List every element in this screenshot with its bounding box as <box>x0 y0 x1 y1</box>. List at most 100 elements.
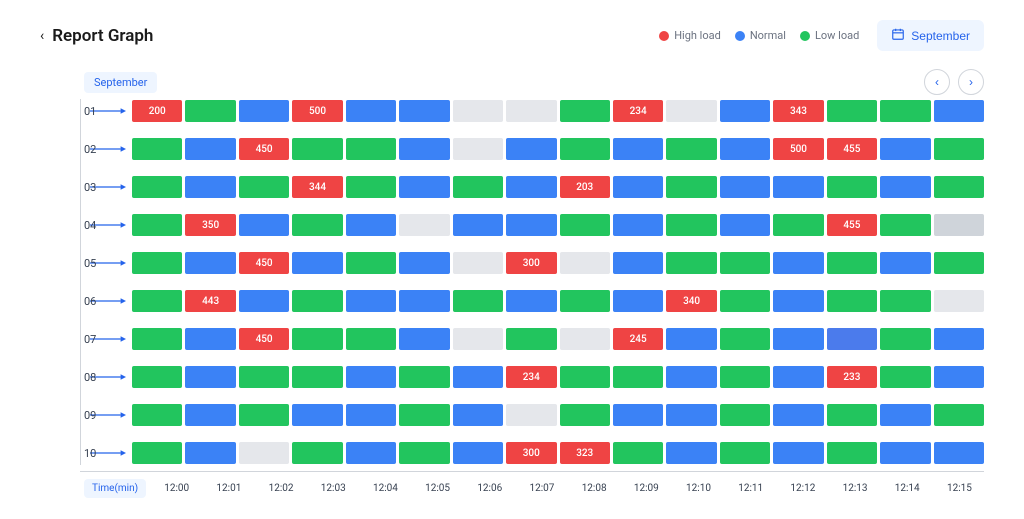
cell[interactable] <box>666 442 716 464</box>
cell[interactable] <box>560 252 610 274</box>
cell[interactable] <box>560 404 610 426</box>
cell[interactable] <box>720 328 770 350</box>
cell[interactable] <box>666 404 716 426</box>
cell[interactable] <box>720 100 770 122</box>
cell[interactable]: 455 <box>827 214 877 236</box>
cell[interactable] <box>613 252 663 274</box>
cell[interactable] <box>346 404 396 426</box>
cell[interactable]: 450 <box>239 252 289 274</box>
cell[interactable] <box>185 442 235 464</box>
cell[interactable] <box>934 404 984 426</box>
cell[interactable] <box>880 328 930 350</box>
cell[interactable] <box>292 366 342 388</box>
cell[interactable] <box>880 404 930 426</box>
cell[interactable] <box>773 442 823 464</box>
cell[interactable] <box>239 100 289 122</box>
cell[interactable] <box>453 328 503 350</box>
cell[interactable] <box>506 138 556 160</box>
cell[interactable] <box>132 328 182 350</box>
cell[interactable]: 450 <box>239 328 289 350</box>
cell[interactable] <box>506 100 556 122</box>
cell[interactable] <box>934 252 984 274</box>
cell[interactable]: 344 <box>292 176 342 198</box>
cell[interactable] <box>773 176 823 198</box>
cell[interactable] <box>934 176 984 198</box>
cell[interactable] <box>720 404 770 426</box>
cell[interactable] <box>292 290 342 312</box>
cell[interactable] <box>666 328 716 350</box>
cell[interactable] <box>613 138 663 160</box>
cell[interactable]: 234 <box>506 366 556 388</box>
cell[interactable] <box>666 366 716 388</box>
cell[interactable] <box>346 176 396 198</box>
cell[interactable] <box>453 138 503 160</box>
cell[interactable] <box>613 442 663 464</box>
cell[interactable] <box>934 138 984 160</box>
cell[interactable] <box>827 290 877 312</box>
cell[interactable] <box>934 328 984 350</box>
cell[interactable] <box>666 252 716 274</box>
cell[interactable] <box>185 366 235 388</box>
cell[interactable] <box>346 366 396 388</box>
cell[interactable]: 300 <box>506 252 556 274</box>
cell[interactable] <box>506 404 556 426</box>
cell[interactable] <box>453 290 503 312</box>
cell[interactable] <box>453 214 503 236</box>
cell[interactable]: 450 <box>239 138 289 160</box>
cell[interactable] <box>399 366 449 388</box>
cell[interactable]: 323 <box>560 442 610 464</box>
cell[interactable] <box>185 404 235 426</box>
cell[interactable] <box>880 252 930 274</box>
back-icon[interactable]: ‹ <box>40 28 44 44</box>
cell[interactable] <box>880 442 930 464</box>
cell[interactable] <box>880 366 930 388</box>
cell[interactable] <box>239 214 289 236</box>
cell[interactable]: 455 <box>827 138 877 160</box>
cell[interactable]: 234 <box>613 100 663 122</box>
cell[interactable] <box>132 176 182 198</box>
cell[interactable] <box>506 176 556 198</box>
cell[interactable]: 233 <box>827 366 877 388</box>
prev-button[interactable]: ‹ <box>924 69 950 95</box>
cell[interactable] <box>346 138 396 160</box>
cell[interactable] <box>292 328 342 350</box>
cell[interactable] <box>346 100 396 122</box>
cell[interactable] <box>185 252 235 274</box>
cell[interactable] <box>453 404 503 426</box>
cell[interactable]: 500 <box>773 138 823 160</box>
cell[interactable] <box>613 366 663 388</box>
cell[interactable] <box>239 290 289 312</box>
cell[interactable] <box>880 176 930 198</box>
cell[interactable] <box>827 328 877 350</box>
cell[interactable] <box>934 214 984 236</box>
cell[interactable] <box>185 328 235 350</box>
cell[interactable] <box>880 138 930 160</box>
cell[interactable] <box>880 100 930 122</box>
cell[interactable] <box>560 138 610 160</box>
month-select-button[interactable]: September <box>877 20 984 51</box>
cell[interactable] <box>399 138 449 160</box>
cell[interactable] <box>880 214 930 236</box>
cell[interactable] <box>292 138 342 160</box>
cell[interactable] <box>773 252 823 274</box>
cell[interactable] <box>613 404 663 426</box>
cell[interactable] <box>346 252 396 274</box>
cell[interactable] <box>720 176 770 198</box>
cell[interactable]: 245 <box>613 328 663 350</box>
cell[interactable] <box>560 290 610 312</box>
cell[interactable] <box>827 100 877 122</box>
cell[interactable] <box>720 442 770 464</box>
cell[interactable] <box>666 138 716 160</box>
cell[interactable]: 500 <box>292 100 342 122</box>
cell[interactable] <box>346 290 396 312</box>
cell[interactable]: 443 <box>185 290 235 312</box>
cell[interactable] <box>132 404 182 426</box>
cell[interactable] <box>132 290 182 312</box>
cell[interactable] <box>399 404 449 426</box>
cell[interactable] <box>934 366 984 388</box>
cell[interactable]: 300 <box>506 442 556 464</box>
cell[interactable]: 340 <box>666 290 716 312</box>
cell[interactable] <box>934 442 984 464</box>
cell[interactable] <box>666 100 716 122</box>
cell[interactable]: 200 <box>132 100 182 122</box>
